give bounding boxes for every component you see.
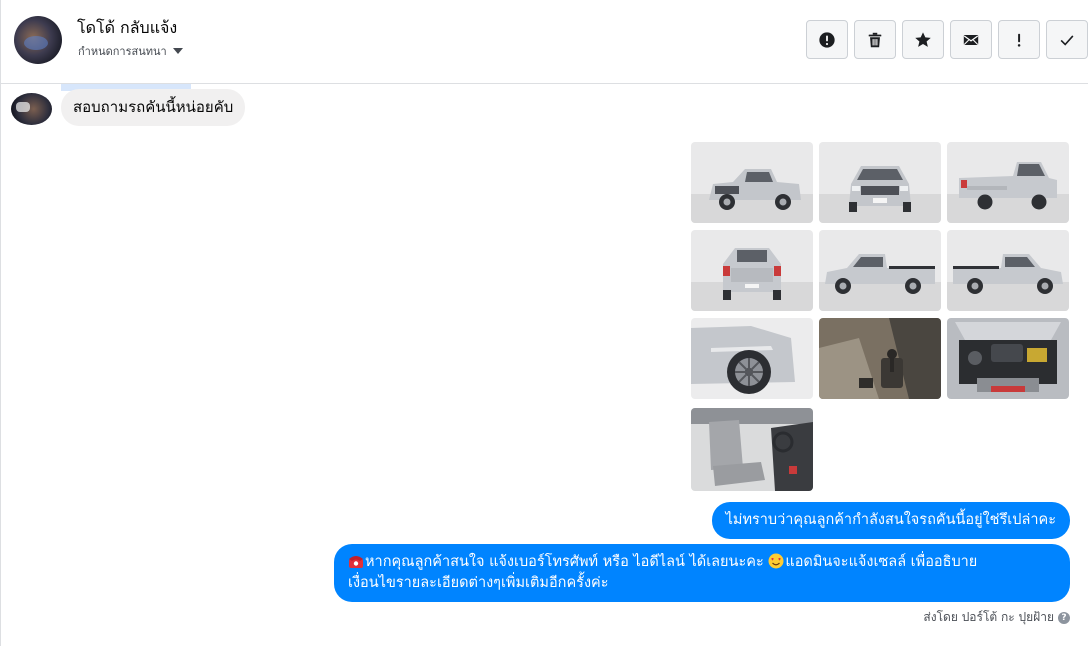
envelope-icon [963, 34, 979, 45]
car-photo-image [691, 318, 813, 399]
car-photo-rear-three-quarter[interactable] [947, 142, 1069, 223]
outgoing-message[interactable]: หากคุณลูกค้าสนใจ แจ้งเบอร์โทรศัพท์ หรือ … [334, 544, 1070, 602]
conversation-settings-dropdown[interactable]: กำหนดการสนทนา [78, 42, 183, 60]
trash-icon [868, 32, 882, 47]
contact-avatar[interactable] [14, 16, 62, 64]
car-photo-side-left[interactable] [819, 230, 941, 311]
star-icon [915, 31, 931, 47]
car-photo-engine-bay[interactable] [947, 318, 1069, 399]
spam-button[interactable] [998, 20, 1040, 59]
outgoing-message[interactable]: ไม่ทราบว่าคุณลูกค้ากำลังสนใจรถคันนี้อยู่… [711, 502, 1070, 539]
car-photo-image [691, 230, 813, 311]
conversation-header: โดโด้ กลับแจ้ง กำหนดการสนทนา [1, 0, 1088, 84]
outgoing-message-text: หากคุณลูกค้าสนใจ แจ้งเบอร์โทรศัพท์ หรือ … [365, 554, 769, 570]
outgoing-message-text: แอดมินจะแจ้งเซลล์ เพื่ออธิบาย [785, 554, 978, 570]
car-photo-wheel-closeup[interactable] [691, 318, 813, 399]
exclamation-icon [1017, 33, 1021, 47]
car-photo-rear[interactable] [691, 230, 813, 311]
mark-unread-button[interactable] [950, 20, 992, 59]
outgoing-message-text: เงื่อนไขรายละเอียดต่างๆเพิ่มเติมอีกครั้ง… [348, 575, 609, 591]
car-photo-interior-gearshift[interactable] [819, 318, 941, 399]
incoming-message[interactable]: สอบถามรถคันนี้หน่อยคับ [61, 89, 246, 126]
car-photo-image [691, 408, 813, 491]
car-photo-image [691, 142, 813, 223]
car-photo-image [947, 318, 1069, 399]
question-icon[interactable]: ? [1058, 611, 1070, 624]
conversation-actions [806, 20, 1088, 59]
conversation-panel: โดโด้ กลับแจ้ง กำหนดการสนทนา สอบถามรถคัน… [0, 0, 1088, 646]
exclamation-circle-icon [819, 31, 835, 48]
star-button[interactable] [902, 20, 944, 59]
car-photo-image [947, 230, 1069, 311]
car-photo-side-right[interactable] [947, 230, 1069, 311]
car-photo-image [819, 142, 941, 223]
car-photo-image [947, 142, 1069, 223]
conversation-settings-label: กำหนดการสนทนา [78, 45, 167, 58]
car-photo-image [819, 318, 941, 399]
car-photo-front[interactable] [819, 142, 941, 223]
sender-avatar[interactable] [11, 93, 52, 125]
car-photo-image [819, 230, 941, 311]
caret-down-icon [172, 48, 183, 54]
car-photo-interior-seats[interactable] [691, 408, 813, 491]
contact-name[interactable]: โดโด้ กลับแจ้ง [77, 16, 177, 41]
done-button[interactable] [1046, 20, 1088, 59]
delete-button[interactable] [854, 20, 896, 59]
telephone-icon [349, 556, 363, 568]
check-icon [1060, 34, 1074, 46]
car-photo-front-three-quarter[interactable] [691, 142, 813, 223]
sent-by-label: ส่งโดย ปอร์โต้ กะ ปุยฝ้าย [923, 610, 1054, 624]
sent-by-note: ส่งโดย ปอร์โต้ กะ ปุยฝ้าย ? [923, 608, 1070, 627]
report-button[interactable] [806, 20, 848, 59]
heart-eyes-face-icon [768, 553, 784, 569]
